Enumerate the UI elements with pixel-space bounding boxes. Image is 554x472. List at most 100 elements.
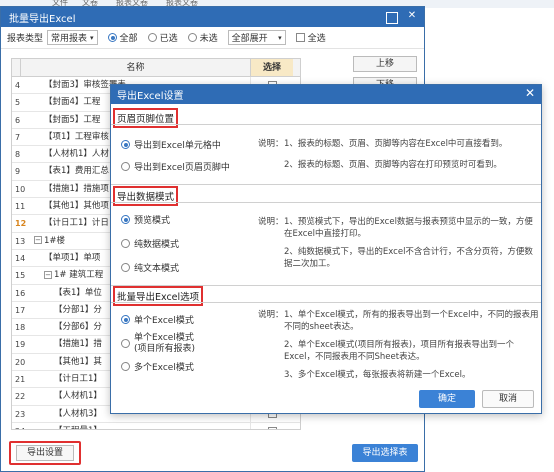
row-select-cell: [251, 423, 293, 429]
row-name: 【计日工1】: [54, 374, 102, 385]
radio-dot: [121, 140, 130, 149]
radio-dot: [121, 239, 130, 248]
row-number: 10: [15, 184, 26, 194]
radio-unselected-label: 未选: [199, 34, 218, 44]
export-selected-button[interactable]: 导出选择表: [352, 444, 418, 462]
cancel-button[interactable]: 取消: [482, 390, 534, 408]
option-pure-data-mode[interactable]: 纯数据模式: [121, 237, 179, 250]
row-name: 【其他1】其: [54, 356, 102, 367]
option-export-to-cell[interactable]: 导出到Excel单元格中: [121, 138, 221, 151]
option-pure-text-mode[interactable]: 纯文本模式: [121, 261, 179, 274]
row-name: 【人材机1】人材: [44, 149, 109, 160]
move-up-button[interactable]: 上移: [353, 56, 417, 72]
desc-label: 说明：: [258, 217, 284, 227]
select-all-label: 全选: [307, 34, 326, 44]
radio-unselected-dot: [187, 33, 197, 42]
collapse-icon[interactable]: −: [44, 270, 52, 279]
filter-bar: 报表类型 常用报表 ▾ 全部 已选 未选 全部展开 ▾ 全选: [1, 27, 424, 49]
radio-dot: [121, 263, 130, 272]
row-name: 1#楼: [44, 235, 66, 246]
option-label: 单个Excel模式 (项目所有报表): [134, 333, 196, 354]
col-select-header: 选择: [251, 59, 293, 76]
section3-description: 说明： 1、单个Excel模式，所有的报表导出到一个Excel中，不同的报表用不…: [258, 309, 540, 381]
desc-line: 1、单个Excel模式，所有的报表导出到一个Excel中，不同的报表用不同的sh…: [284, 310, 539, 332]
section1-description: 说明： 1、报表的标题、页眉、页脚等内容在Excel中可直接看到。 2、报表的标…: [258, 138, 538, 171]
option-single-excel[interactable]: 单个Excel模式: [121, 313, 194, 326]
row-name: 【人材机3】: [54, 408, 102, 419]
desc-line: 1、报表的标题、页眉、页脚等内容在Excel中可直接看到。: [284, 139, 508, 149]
select-all-checkbox[interactable]: 全选: [295, 31, 326, 44]
radio-all[interactable]: 全部: [107, 31, 138, 44]
row-name: 【单项1】单项: [44, 252, 101, 263]
row-name: 【封面5】工程: [44, 114, 101, 125]
row-name: 【表1】单位: [54, 287, 102, 298]
option-multiple-excel[interactable]: 多个Excel模式: [121, 360, 194, 373]
divider: [111, 202, 541, 203]
divider: [111, 124, 541, 125]
row-number: 11: [15, 202, 26, 212]
section2-description: 说明： 1、预览模式下，导出的Excel数据与报表预览中显示的一致，方便在Exc…: [258, 216, 538, 270]
option-preview-mode[interactable]: 预览模式: [121, 213, 170, 226]
chevron-down-icon: ▾: [278, 33, 282, 42]
row-name-cell: 【工程量1】: [28, 422, 251, 429]
collapse-icon[interactable]: −: [34, 236, 42, 245]
desc-line: 2、纯数据模式下，导出的Excel不含合计行，不含分页符，方便数据二次加工。: [284, 247, 533, 269]
export-settings-highlight: 导出设置: [9, 441, 81, 465]
radio-selected-dot: [147, 33, 157, 42]
row-name: 【措施1】措施项: [44, 183, 109, 194]
row-number: 15: [15, 271, 26, 281]
row-number: 8: [15, 150, 21, 160]
divider: [111, 302, 541, 303]
option-single-excel-project[interactable]: 单个Excel模式 (项目所有报表): [121, 333, 195, 355]
option-export-to-header[interactable]: 导出到Excel页眉页脚中: [121, 160, 230, 173]
select-all-box: [295, 33, 305, 42]
desc-line: 1、预览模式下，导出的Excel数据与报表预览中显示的一致，方便在Excel中直…: [284, 217, 533, 239]
row-name: 1# 建筑工程: [54, 270, 104, 281]
maximize-icon[interactable]: [386, 10, 398, 24]
export-settings-button[interactable]: 导出设置: [16, 445, 74, 461]
row-name: 【分部1】分: [54, 304, 102, 315]
desc-line: 3、多个Excel模式，每张报表将新建一个Excel。: [284, 370, 471, 380]
row-number: 20: [15, 357, 26, 367]
close-icon[interactable]: ✕: [525, 86, 535, 100]
export-excel-settings-dialog: 导出Excel设置 ✕ 页眉页脚位置 导出到Excel单元格中 导出到Excel…: [110, 84, 542, 414]
row-number: 9: [15, 167, 21, 177]
radio-dot: [121, 315, 130, 324]
radio-dot: [121, 339, 130, 348]
desc-label: 说明：: [258, 139, 284, 149]
row-name: 【其他1】其他项: [44, 201, 109, 212]
option-label: 导出到Excel页眉页脚中: [134, 163, 230, 173]
report-type-select[interactable]: 常用报表 ▾: [47, 30, 98, 45]
ok-button[interactable]: 确定: [419, 390, 475, 408]
divider: [111, 184, 541, 185]
row-number: 21: [15, 375, 26, 385]
radio-unselected[interactable]: 未选: [187, 31, 218, 44]
chevron-down-icon: ▾: [90, 33, 94, 42]
radio-dot: [121, 362, 130, 371]
option-label: 纯文本模式: [134, 264, 180, 274]
radio-selected[interactable]: 已选: [147, 31, 178, 44]
row-number: 17: [15, 305, 26, 315]
row-number: 23: [15, 409, 26, 419]
row-number: 4: [15, 81, 21, 90]
row-number: 16: [15, 288, 26, 298]
row-checkbox[interactable]: [267, 426, 277, 429]
row-name: 【计日工1】计日: [44, 218, 109, 229]
col-name-header: 名称: [21, 59, 251, 76]
batch-export-titlebar: 批量导出Excel ✕: [1, 7, 424, 27]
radio-dot: [121, 162, 130, 171]
expand-value: 全部展开: [231, 34, 268, 44]
radio-selected-label: 已选: [159, 34, 178, 44]
table-row[interactable]: 24 【工程量1】: [12, 422, 300, 429]
row-name: 【人材机1】: [54, 391, 102, 402]
row-number: 6: [15, 115, 21, 125]
row-name: 【封面4】工程: [44, 97, 101, 108]
row-number: 7: [15, 132, 21, 142]
grid-corner: [12, 59, 21, 76]
row-number: 5: [15, 98, 21, 108]
expand-select[interactable]: 全部展开 ▾: [227, 30, 286, 45]
radio-dot: [121, 215, 130, 224]
row-name: 【工程量1】: [54, 426, 102, 429]
close-icon[interactable]: ✕: [406, 10, 418, 22]
row-number: 14: [15, 253, 26, 263]
